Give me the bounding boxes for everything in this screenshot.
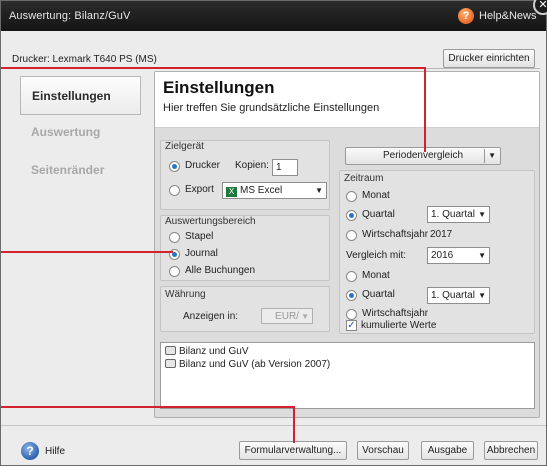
zielgeraet-group: Zielgerät Drucker Kopien: 1 Export X MS E…: [160, 140, 330, 210]
sidebar-item-einstellungen[interactable]: Einstellungen: [20, 76, 141, 115]
zeitraum-label: Zeitraum: [344, 173, 384, 184]
wirtschaftsjahr-value: 2017: [430, 229, 453, 240]
callout-line: [1, 67, 426, 69]
sidebar-item-seitenraender[interactable]: Seitenränder: [20, 151, 141, 190]
vergleich-label: Vergleich mit:: [346, 250, 407, 261]
form-icon: [165, 359, 176, 368]
footer-divider: [1, 425, 546, 426]
printer-label: Drucker: Lexmark T640 PS (MS): [12, 54, 157, 65]
page-title: Einstellungen: [163, 78, 275, 97]
drucker-label[interactable]: Drucker: [185, 160, 220, 171]
export-format-select[interactable]: X MS Excel ▼: [222, 182, 327, 199]
journal-label[interactable]: Journal: [185, 248, 218, 259]
stapel-label[interactable]: Stapel: [185, 231, 213, 242]
auswertungsbereich-group: Auswertungsbereich Stapel Journal Alle B…: [160, 215, 330, 281]
chevron-down-icon: ▼: [315, 186, 323, 195]
abbrechen-button[interactable]: Abbrechen: [484, 441, 538, 460]
wirtschaftsjahr2-label[interactable]: Wirtschaftsjahr: [362, 308, 428, 319]
anzeigen-label: Anzeigen in:: [183, 311, 239, 322]
quartal-label[interactable]: Quartal: [362, 209, 395, 220]
kumulierte-checkbox[interactable]: ✓: [346, 320, 357, 331]
currency-select[interactable]: EUR/ ▼: [261, 308, 313, 324]
help-label[interactable]: Hilfe: [45, 446, 65, 457]
export-format-value: MS Excel: [240, 185, 283, 196]
chevron-down-icon: ▼: [488, 151, 496, 160]
callout-line: [1, 251, 173, 253]
help-icon[interactable]: ?: [21, 442, 39, 460]
formular-list[interactable]: Bilanz und GuV Bilanz und GuV (ab Versio…: [160, 342, 535, 409]
chevron-down-icon: ▼: [478, 210, 486, 219]
kopien-label: Kopien:: [235, 160, 269, 171]
ausgabe-button[interactable]: Ausgabe: [421, 441, 474, 460]
auswertungsbereich-label: Auswertungsbereich: [165, 216, 256, 227]
vergleich-value: 2016: [431, 250, 454, 261]
quartal2-value: 1. Quartal: [431, 290, 475, 301]
vorschau-button[interactable]: Vorschau: [357, 441, 409, 460]
callout-line: [293, 406, 295, 443]
callout-line: [424, 67, 426, 152]
quartal2-select[interactable]: 1. Quartal ▼: [427, 287, 490, 304]
kumulierte-label[interactable]: kumulierte Werte: [361, 320, 436, 331]
alle-buchungen-radio[interactable]: [169, 266, 180, 277]
monat2-label[interactable]: Monat: [362, 270, 390, 281]
panel-header: Einstellungen Hier treffen Sie grundsätz…: [155, 72, 539, 128]
dialog-window: Auswertung: Bilanz/GuV ? Help&News ✕ Dru…: [0, 0, 547, 466]
formularverwaltung-button[interactable]: Formularverwaltung...: [239, 441, 347, 460]
waehrung-group: Währung Anzeigen in: EUR/ ▼: [160, 286, 330, 332]
monat-label[interactable]: Monat: [362, 190, 390, 201]
sidebar-item-auswertung[interactable]: Auswertung: [20, 113, 141, 152]
periodenvergleich-label: Periodenvergleich: [382, 150, 464, 161]
drucker-radio[interactable]: [169, 161, 180, 172]
form-icon: [165, 346, 176, 355]
wirtschaftsjahr2-radio[interactable]: [346, 309, 357, 320]
callout-line: [1, 406, 295, 408]
stapel-radio[interactable]: [169, 232, 180, 243]
printer-setup-button[interactable]: Drucker einrichten: [443, 49, 535, 68]
page-subtitle: Hier treffen Sie grundsätzliche Einstell…: [163, 102, 380, 114]
help-news-link[interactable]: Help&News: [479, 10, 536, 22]
quartal2-radio[interactable]: [346, 290, 357, 301]
excel-icon: X: [226, 187, 237, 197]
chevron-down-icon: ▼: [301, 312, 309, 321]
chevron-down-icon: ▼: [478, 291, 486, 300]
export-radio[interactable]: [169, 185, 180, 196]
waehrung-label: Währung: [165, 289, 206, 300]
chevron-down-icon: ▼: [478, 251, 486, 260]
quartal-radio[interactable]: [346, 210, 357, 221]
list-item[interactable]: Bilanz und GuV: [165, 346, 249, 357]
quartal-select[interactable]: 1. Quartal ▼: [427, 206, 490, 223]
periodenvergleich-button[interactable]: Periodenvergleich ▼: [345, 147, 501, 165]
monat2-radio[interactable]: [346, 271, 357, 282]
title-bar: Auswertung: Bilanz/GuV ? Help&News: [1, 1, 546, 31]
vergleich-select[interactable]: 2016 ▼: [427, 247, 490, 264]
quartal-value: 1. Quartal: [431, 209, 475, 220]
window-title: Auswertung: Bilanz/GuV: [9, 10, 131, 22]
wirtschaftsjahr-label[interactable]: Wirtschaftsjahr: [362, 229, 428, 240]
quartal2-label[interactable]: Quartal: [362, 289, 395, 300]
currency-value: EUR/: [275, 311, 299, 322]
zielgeraet-label: Zielgerät: [165, 141, 204, 152]
export-label[interactable]: Export: [185, 184, 214, 195]
monat-radio[interactable]: [346, 191, 357, 202]
zeitraum-group: Zeitraum Monat Quartal 1. Quartal ▼ Wirt…: [339, 170, 535, 334]
help-news-icon[interactable]: ?: [458, 8, 474, 24]
kopien-input[interactable]: 1: [272, 159, 298, 176]
list-item[interactable]: Bilanz und GuV (ab Version 2007): [165, 359, 330, 370]
wirtschaftsjahr-radio[interactable]: [346, 230, 357, 241]
alle-buchungen-label[interactable]: Alle Buchungen: [185, 265, 255, 276]
settings-panel: Einstellungen Hier treffen Sie grundsätz…: [154, 71, 540, 418]
